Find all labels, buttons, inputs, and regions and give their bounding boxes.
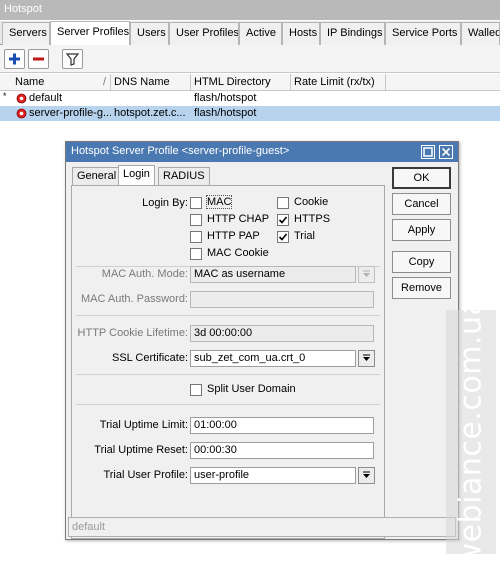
dialog-title-bar[interactable]: Hotspot Server Profile <server-profile-g… (66, 142, 458, 162)
http-chap-checkbox-label: HTTP CHAP (207, 213, 270, 225)
mac-cookie-checkbox-label: MAC Cookie (207, 247, 269, 259)
tab-login[interactable]: Login (118, 165, 155, 186)
cell-dns-name (114, 91, 191, 106)
trial-checkbox-label: Trial (294, 230, 315, 242)
filter-icon (65, 53, 80, 66)
default-marker: * (3, 91, 7, 101)
trial-checkbox[interactable] (277, 231, 289, 243)
http-cookie-lifetime-field[interactable]: 3d 00:00:00 (190, 325, 374, 342)
divider (76, 404, 380, 405)
column-header-html-directory[interactable]: HTML Directory (191, 74, 291, 91)
column-header-name[interactable]: Name / (12, 74, 111, 91)
watermark-text: webiance.com.ua (453, 296, 489, 567)
close-button[interactable] (439, 145, 453, 159)
divider (76, 374, 380, 375)
tab-service-ports[interactable]: Service Ports (385, 22, 461, 45)
table-row[interactable]: * default flash/hotspot (0, 91, 500, 106)
chevron-down-icon (363, 354, 370, 361)
mac-auth-password-label: MAC Auth. Password: (81, 293, 188, 305)
checkmark-icon (278, 233, 288, 241)
cell-html-directory: flash/hotspot (194, 92, 257, 104)
maximize-icon (423, 147, 433, 157)
server-profile-dialog: Hotspot Server Profile <server-profile-g… (65, 141, 459, 540)
column-header-rate-limit[interactable]: Rate Limit (rx/tx) (291, 74, 386, 91)
tab-walled[interactable]: Walled (461, 22, 500, 45)
minus-icon (33, 57, 44, 61)
ssl-certificate-select[interactable]: sub_zet_com_ua.crt_0 (190, 350, 356, 367)
mac-cookie-checkbox[interactable] (190, 248, 202, 260)
cell-name: server-profile-g... (29, 107, 111, 119)
chevron-down-icon (363, 270, 370, 277)
toolbar (0, 45, 500, 73)
trial-uptime-reset-field[interactable]: 00:00:30 (190, 442, 374, 459)
watermark: webiance.com.ua (446, 297, 496, 567)
cookie-checkbox[interactable] (277, 197, 289, 209)
tab-hosts[interactable]: Hosts (282, 22, 320, 45)
maximize-button[interactable] (421, 145, 435, 159)
cookie-checkbox-label: Cookie (294, 196, 329, 208)
tab-users[interactable]: Users (130, 22, 169, 45)
window-title: Hotspot (4, 3, 42, 15)
http-pap-checkbox[interactable] (190, 231, 202, 243)
trial-user-profile-label: Trial User Profile: (103, 469, 188, 481)
dialog-status-bar: default (68, 517, 456, 537)
http-chap-checkbox[interactable] (190, 214, 202, 226)
tab-ip-bindings[interactable]: IP Bindings (320, 22, 385, 45)
ssl-certificate-dropdown-button[interactable] (358, 350, 375, 367)
profile-icon (16, 93, 27, 104)
mac-auth-password-field[interactable] (190, 291, 374, 308)
cell-name: default (29, 92, 63, 104)
tab-general[interactable]: General (72, 167, 122, 186)
cell-rate-limit (294, 91, 386, 106)
ssl-certificate-label: SSL Certificate: (111, 352, 188, 364)
split-user-domain-label: Split User Domain (207, 383, 296, 395)
column-header-dns-name[interactable]: DNS Name (111, 74, 191, 91)
trial-uptime-reset-label: Trial Uptime Reset: (94, 444, 188, 456)
dialog-title: Hotspot Server Profile <server-profile-g… (71, 145, 290, 157)
http-pap-checkbox-label: HTTP PAP (207, 230, 260, 242)
trial-uptime-limit-field[interactable]: 01:00:00 (190, 417, 374, 434)
apply-button[interactable]: Apply (392, 219, 451, 241)
mac-auth-mode-select[interactable]: MAC as username (190, 266, 356, 283)
tab-user-profiles[interactable]: User Profiles (169, 22, 239, 45)
remove-button[interactable]: Remove (392, 277, 451, 299)
copy-button[interactable]: Copy (392, 251, 451, 273)
mac-checkbox[interactable] (190, 197, 202, 209)
table-header: Name / DNS Name HTML Directory Rate Limi… (0, 74, 500, 91)
chevron-down-icon (363, 471, 370, 478)
checkmark-icon (278, 216, 288, 224)
login-by-label: Login By: (142, 197, 188, 209)
close-icon (441, 147, 451, 157)
trial-user-profile-select[interactable]: user-profile (190, 467, 356, 484)
window-title-bar: Hotspot (0, 0, 500, 20)
divider (76, 315, 380, 316)
filter-button[interactable] (62, 49, 83, 69)
table-row[interactable]: server-profile-g... hotspot.zet.c... fla… (0, 106, 500, 121)
mac-auth-mode-dropdown-button[interactable] (358, 266, 375, 283)
https-checkbox-label: HTTPS (294, 213, 331, 225)
mac-auth-mode-label: MAC Auth. Mode: (101, 268, 188, 280)
cell-html-directory: flash/hotspot (194, 107, 257, 119)
tab-radius[interactable]: RADIUS (158, 167, 210, 186)
tab-server-profiles[interactable]: Server Profiles (50, 21, 130, 46)
cell-dns-name: hotspot.zet.c... (114, 107, 186, 119)
http-cookie-lifetime-label: HTTP Cookie Lifetime: (77, 327, 188, 339)
add-button[interactable] (4, 49, 25, 69)
https-checkbox[interactable] (277, 214, 289, 226)
ok-button[interactable]: OK (392, 167, 451, 189)
tab-bar: Servers Server Profiles Users User Profi… (0, 21, 500, 46)
trial-uptime-limit-label: Trial Uptime Limit: (99, 419, 188, 431)
plus-icon (9, 53, 20, 65)
login-panel: Login By: MAC Cookie HTTP CHAP HTTPS HTT… (71, 185, 385, 539)
split-user-domain-checkbox[interactable] (190, 384, 202, 396)
tab-active[interactable]: Active (239, 22, 282, 45)
trial-user-profile-dropdown-button[interactable] (358, 467, 375, 484)
cancel-button[interactable]: Cancel (392, 193, 451, 215)
tab-servers[interactable]: Servers (2, 22, 50, 45)
sort-indicator: / (102, 76, 106, 88)
cell-rate-limit (294, 106, 386, 121)
remove-button[interactable] (28, 49, 49, 69)
mac-checkbox-label: MAC (205, 195, 233, 209)
profile-icon (16, 108, 27, 119)
